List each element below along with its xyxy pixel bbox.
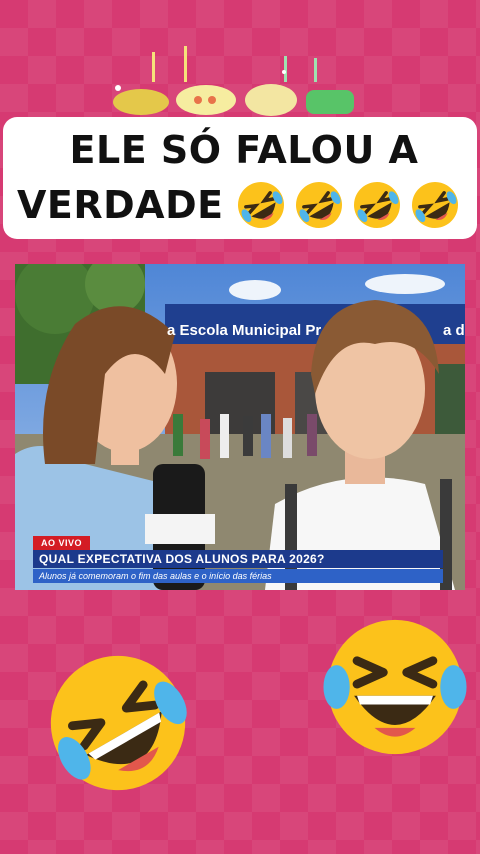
birthday-cake-icon (113, 46, 354, 116)
rolling-laughing-emoji-icon (411, 182, 458, 228)
building-sign: a Escola Municipal Pr (167, 322, 322, 339)
caption-line-1: ELE SÓ FALOU A (69, 128, 419, 172)
building-sign-end: a de (443, 322, 465, 339)
rolling-laughing-emoji-icon (50, 655, 187, 791)
video-frame[interactable]: TVR a Escola Municipal Pr a de AO VIVO Q… (15, 264, 465, 590)
caption-card: ELE SÓ FALOU A VERDADE (3, 117, 477, 239)
news-subline: Alunos já comemoram o fim das aulas e o … (33, 569, 443, 583)
rolling-laughing-emoji-icon (237, 182, 284, 228)
caption-line-2: VERDADE (17, 183, 224, 227)
caption-line-2-row: VERDADE (17, 177, 471, 233)
live-tag: AO VIVO (33, 536, 91, 550)
rolling-laughing-emoji-icon (353, 182, 400, 228)
news-headline: QUAL EXPECTATIVA DOS ALUNOS PARA 2026? (33, 550, 443, 568)
rolling-laughing-emoji-icon (295, 182, 342, 228)
laughing-with-tears-emoji-icon (323, 619, 467, 755)
